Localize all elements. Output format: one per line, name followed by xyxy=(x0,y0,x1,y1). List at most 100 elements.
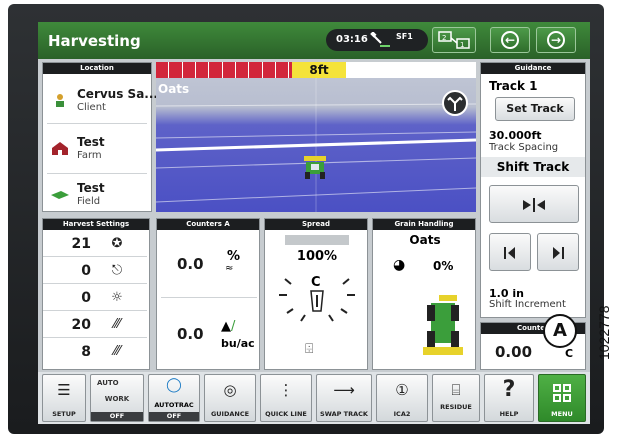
grain-tank-icon: ◕ xyxy=(393,257,406,273)
client-icon xyxy=(56,94,64,107)
guidance-heading: Guidance xyxy=(481,63,585,74)
client-name: Cervus Sa... xyxy=(77,87,158,101)
setup-icon: ☰ xyxy=(57,381,71,399)
menu-button[interactable]: MENU xyxy=(538,374,586,422)
shift-right-button[interactable] xyxy=(537,233,579,271)
quick-line-button[interactable]: ⋮ QUICK LINE xyxy=(260,374,312,422)
grid-menu-icon xyxy=(553,384,571,402)
arrow-right-icon: → xyxy=(547,31,565,49)
divider xyxy=(47,173,147,174)
autotrac-icon: ◯ xyxy=(166,377,182,393)
swath-section xyxy=(222,62,236,78)
menu-label: MENU xyxy=(551,410,573,418)
spread-bar xyxy=(285,235,349,245)
harvest-setting-row[interactable]: 0 ☼ xyxy=(43,285,147,311)
feeder-speed-value: 0 xyxy=(81,290,91,306)
swath-section xyxy=(409,62,423,78)
forward-button[interactable]: → xyxy=(536,27,576,53)
set-track-button[interactable]: Set Track xyxy=(495,97,575,121)
field-icon xyxy=(51,191,69,199)
fan-speed-icon: ⎋ xyxy=(111,263,123,278)
swath-section xyxy=(156,62,170,78)
shift-track-center-button[interactable] xyxy=(489,185,579,223)
shift-right-icon xyxy=(553,247,564,259)
client-item[interactable]: Cervus Sa... Client xyxy=(51,87,158,119)
question-icon: ? xyxy=(502,377,516,402)
bottom-toolbar: ☰ SETUP AUTO WORK OFF ◯ AUTOTRAC OFF ◎ G… xyxy=(38,372,590,424)
concave-value: 20 xyxy=(71,317,91,333)
location-panel: Location Cervus Sa... Client Test Farm T… xyxy=(42,62,158,212)
swap-track-button[interactable]: ⟶ SWAP TRACK xyxy=(316,374,372,422)
counters-a-panel[interactable]: Counters A 0.0 % ≈ 0.0 ▲/ bu/ac xyxy=(156,218,260,370)
autotrac-button[interactable]: ◯ AUTOTRAC OFF xyxy=(148,374,200,422)
harvest-setting-row[interactable]: 21 ✪ xyxy=(43,231,147,257)
track-name: Track 1 xyxy=(489,79,538,93)
farm-item[interactable]: Test Farm xyxy=(51,135,151,167)
harvest-setting-row[interactable]: 20 ⁄⁄⁄ xyxy=(43,312,147,338)
map-view[interactable]: 8ft Oats xyxy=(156,62,476,212)
setup-button[interactable]: ☰ SETUP xyxy=(42,374,86,422)
sieve-icon: ⁄⁄⁄ xyxy=(113,344,121,359)
combine-unload-icon xyxy=(423,295,463,355)
map-view-button[interactable] xyxy=(442,90,468,116)
top-bar: Harvesting 03:16 SF1 2 1 ← → xyxy=(38,22,590,59)
counters-b-value: 0.00 xyxy=(495,343,533,361)
spread-center-label: C xyxy=(311,275,321,290)
swath-section xyxy=(262,62,276,78)
help-button[interactable]: ? HELP xyxy=(484,374,534,422)
swath-section xyxy=(169,62,183,78)
callout-a: A xyxy=(543,314,577,348)
spread-panel[interactable]: Spread 100% C ⌹ xyxy=(264,218,368,370)
ica2-button[interactable]: ① ICA2 xyxy=(376,374,428,422)
harvest-setting-row[interactable]: 8 ⁄⁄⁄ xyxy=(43,339,147,365)
track-spacing-value: 30.000ft xyxy=(489,129,542,142)
guidance-panel: Guidance Track 1 Set Track 30.000ft Trac… xyxy=(480,62,586,318)
shift-left-icon xyxy=(504,247,515,259)
client-label: Client xyxy=(77,102,106,113)
swath-section xyxy=(355,62,370,78)
sieve-value: 8 xyxy=(81,344,91,360)
spreader-icon: ⌹ xyxy=(305,341,314,357)
shift-track-heading: Shift Track xyxy=(481,157,585,177)
figure-code: 1022778 xyxy=(596,305,612,360)
work-label: WORK xyxy=(104,395,130,403)
field-item[interactable]: Test Field xyxy=(51,181,151,211)
page-title: Harvesting xyxy=(48,32,141,50)
work-button[interactable]: AUTO WORK OFF xyxy=(90,374,144,422)
spread-heading: Spread xyxy=(265,219,367,230)
status-indicator[interactable]: 03:16 SF1 xyxy=(326,29,428,51)
grain-handling-heading: Grain Handling xyxy=(373,219,475,230)
moisture-unit: % xyxy=(227,249,241,264)
swath-section xyxy=(382,62,396,78)
steering-icon: ◎ xyxy=(223,381,237,399)
swath-section xyxy=(235,62,250,78)
residue-button[interactable]: ⌸ RESIDUE xyxy=(432,374,480,422)
split-arrow-icon xyxy=(447,96,463,111)
work-state: OFF xyxy=(91,412,143,421)
counters-a-heading: Counters A xyxy=(157,219,259,230)
back-button[interactable]: ← xyxy=(490,27,530,53)
shift-left-button[interactable] xyxy=(489,233,531,271)
location-heading: Location xyxy=(43,63,151,74)
swath-section xyxy=(275,62,290,78)
quick-line-label: QUICK LINE xyxy=(265,410,307,418)
residue-label: RESIDUE xyxy=(440,403,472,411)
yield-unit: bu/ac xyxy=(221,337,255,350)
swath-section xyxy=(462,62,476,78)
grain-handling-panel[interactable]: Grain Handling Oats ◕ 0% xyxy=(372,218,476,370)
harvest-settings-panel[interactable]: Harvest Settings 21 ✪ 0 ⎋ 0 ☼ 20 ⁄⁄⁄ 8 ⁄… xyxy=(42,218,150,370)
quick-line-icon: ⋮ xyxy=(278,381,294,399)
swap-track-label: SWAP TRACK xyxy=(320,410,368,418)
harvest-setting-row[interactable]: 0 ⎋ xyxy=(43,258,147,284)
moisture-icon: ≈ xyxy=(225,263,234,274)
yield-value: 0.0 xyxy=(177,325,204,343)
farm-name: Test xyxy=(77,135,105,149)
divider xyxy=(161,297,257,298)
auto-label: AUTO xyxy=(97,379,119,387)
grain-tank-value: 0% xyxy=(433,259,454,273)
display-switch-button[interactable]: 2 1 xyxy=(432,27,476,53)
farm-icon xyxy=(52,142,68,155)
feeder-speed-icon: ☼ xyxy=(111,290,123,305)
swath-section xyxy=(435,62,450,78)
guidance-button[interactable]: ◎ GUIDANCE xyxy=(204,374,256,422)
